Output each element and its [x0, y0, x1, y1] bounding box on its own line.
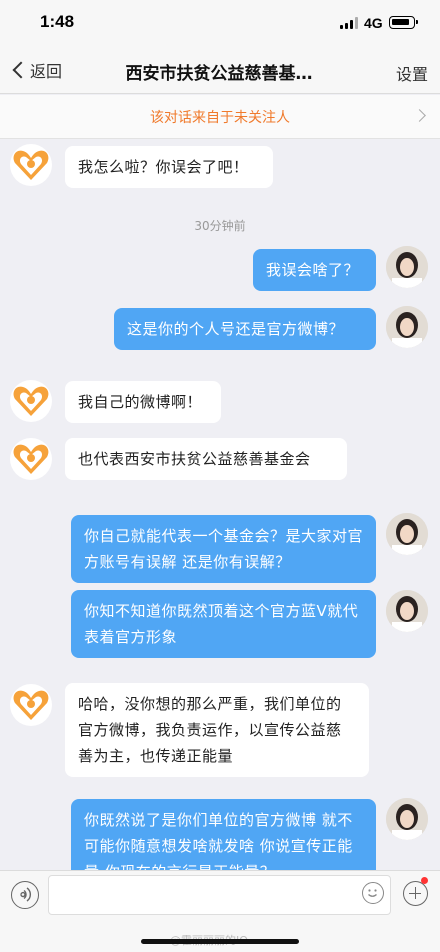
org-avatar[interactable]	[10, 144, 52, 186]
status-bar: 1:48 4G	[0, 0, 440, 46]
signal-icon	[340, 17, 358, 29]
voice-icon[interactable]	[11, 881, 39, 909]
notification-dot	[421, 877, 428, 884]
message-input[interactable]	[48, 875, 391, 915]
chat-area[interactable]: 我怎么啦？你误会了吧！ 30分钟前 我误会啥了？ 这是你的个人号还是官方微博？ …	[0, 140, 440, 870]
message-bubble: 我自己的微博啊！	[65, 381, 221, 423]
user-avatar[interactable]	[386, 306, 428, 348]
message-bubble: 哈哈，没你想的那么严重，我们单位的官方微博，我负责运作，以宣传公益慈善为主，也传…	[65, 683, 369, 777]
org-avatar[interactable]	[10, 380, 52, 422]
user-avatar[interactable]	[386, 590, 428, 632]
time-separator: 30分钟前	[194, 219, 246, 233]
back-chevron-icon	[12, 61, 30, 79]
status-time: 1:48	[40, 12, 75, 31]
plus-icon[interactable]	[403, 881, 428, 906]
user-avatar[interactable]	[386, 246, 428, 288]
user-avatar[interactable]	[386, 798, 428, 840]
message-bubble: 我怎么啦？你误会了吧！	[65, 146, 273, 188]
page-title: 西安市扶贫公益慈善基…	[125, 64, 313, 84]
org-avatar[interactable]	[10, 438, 52, 480]
message-bubble: 你既然说了是你们单位的官方微博 就不可能你随意想发啥就发啥 你说宣传正能量 你现…	[71, 799, 376, 870]
message-bubble: 你知不知道你既然顶着这个官方蓝V就代表着官方形象	[71, 590, 376, 658]
notice-text: 该对话来自于未关注人	[150, 110, 290, 126]
message-bubble: 也代表西安市扶贫公益慈善基金会	[65, 438, 347, 480]
message-bubble: 我误会啥了？	[253, 249, 376, 291]
emoji-icon[interactable]	[362, 882, 384, 904]
org-avatar[interactable]	[10, 684, 52, 726]
back-label: 返回	[30, 62, 63, 81]
message-bubble: 这是你的个人号还是官方微博？	[114, 308, 376, 350]
network-label: 4G	[364, 15, 383, 31]
nav-bar: 返回 西安市扶贫公益慈善基… 设置	[0, 46, 440, 94]
back-button[interactable]: 返回	[10, 58, 62, 82]
home-indicator[interactable]	[141, 939, 299, 944]
settings-button[interactable]: 设置	[396, 61, 428, 85]
stranger-notice-bar[interactable]: 该对话来自于未关注人	[0, 95, 440, 139]
user-avatar[interactable]	[386, 513, 428, 555]
message-bubble: 你自己就能代表一个基金会？是大家对官方账号有误解 还是你有误解？	[71, 515, 376, 583]
battery-icon	[389, 16, 418, 29]
